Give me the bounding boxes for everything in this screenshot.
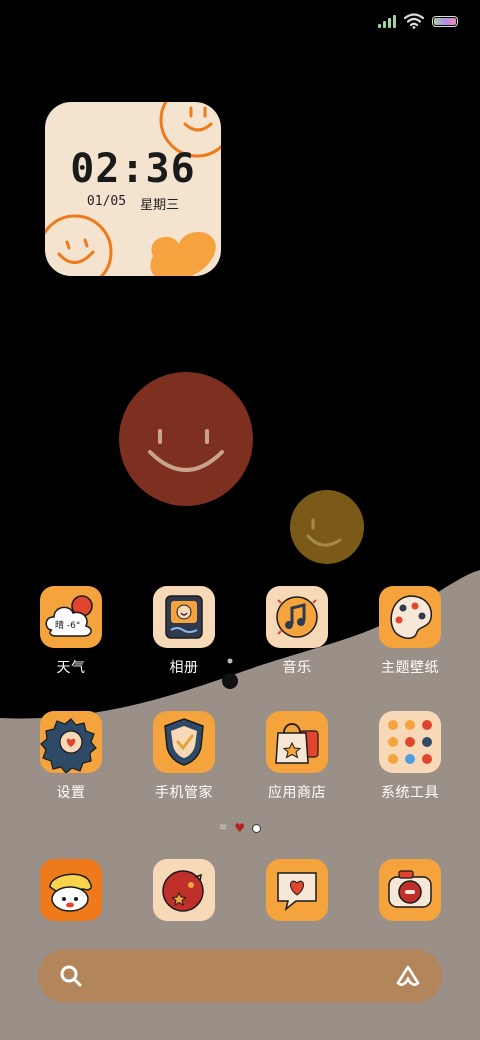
messages-icon <box>266 859 328 921</box>
app-label: 相册 <box>169 660 199 676</box>
clock-widget[interactable]: 02:36 01/05 星期三 <box>45 102 221 276</box>
app-weather[interactable]: 晴 -6° 天气 <box>16 586 126 677</box>
weather-icon: 晴 -6° <box>40 586 102 648</box>
app-themes[interactable]: 主题壁纸 <box>355 586 465 677</box>
clock-weekday: 星期三 <box>140 198 180 213</box>
page-indicator[interactable]: ≡ ♥ <box>0 822 480 834</box>
status-bar <box>378 12 458 30</box>
app-label: 音乐 <box>282 660 312 676</box>
security-shield-icon <box>153 711 215 773</box>
gallery-icon <box>153 586 215 648</box>
dock-messages[interactable] <box>242 859 352 921</box>
app-phone-manager[interactable]: 手机管家 <box>129 711 239 802</box>
page-indicator-list-icon: ≡ <box>218 822 228 833</box>
battery-icon <box>432 15 458 27</box>
app-label: 应用商店 <box>268 785 326 801</box>
contacts-icon <box>153 859 215 921</box>
dock-phone[interactable] <box>16 859 126 921</box>
app-gallery[interactable]: 相册 <box>129 586 239 677</box>
page-indicator-dot <box>252 823 262 833</box>
wifi-icon <box>404 13 424 29</box>
clock-time: 02:36 <box>70 146 196 192</box>
home-screen: 02:36 01/05 星期三 晴 -6° 天气 相册 音乐 主题壁纸 设置 手… <box>0 0 480 1040</box>
app-label: 系统工具 <box>381 785 439 801</box>
page-indicator-heart-icon: ♥ <box>234 821 246 835</box>
app-app-store[interactable]: 应用商店 <box>242 711 352 802</box>
weather-badge: 晴 -6° <box>55 619 80 631</box>
app-label: 天气 <box>56 660 86 676</box>
phone-icon <box>40 859 102 921</box>
camera-icon <box>379 859 441 921</box>
dock-camera[interactable] <box>355 859 465 921</box>
app-system-tools[interactable]: 系统工具 <box>355 711 465 802</box>
assistant-icon[interactable] <box>394 963 422 989</box>
system-tools-folder-icon <box>379 711 441 773</box>
big-smiley-decoration <box>119 372 253 506</box>
app-label: 设置 <box>56 785 86 801</box>
themes-icon <box>379 586 441 648</box>
clock-date: 01/05 <box>86 194 127 209</box>
settings-gear-icon <box>40 711 102 773</box>
app-store-bag-icon <box>266 711 328 773</box>
app-label: 主题壁纸 <box>381 660 439 676</box>
search-bar[interactable] <box>38 949 442 1003</box>
app-music[interactable]: 音乐 <box>242 586 352 677</box>
search-icon[interactable] <box>58 963 84 989</box>
dock-contacts[interactable] <box>129 859 239 921</box>
signal-bars-icon <box>378 14 396 28</box>
small-smiley-decoration <box>290 490 364 564</box>
app-label: 手机管家 <box>155 785 213 801</box>
clock-date-row: 01/05 星期三 <box>45 194 221 213</box>
music-icon <box>266 586 328 648</box>
app-settings[interactable]: 设置 <box>16 711 126 802</box>
